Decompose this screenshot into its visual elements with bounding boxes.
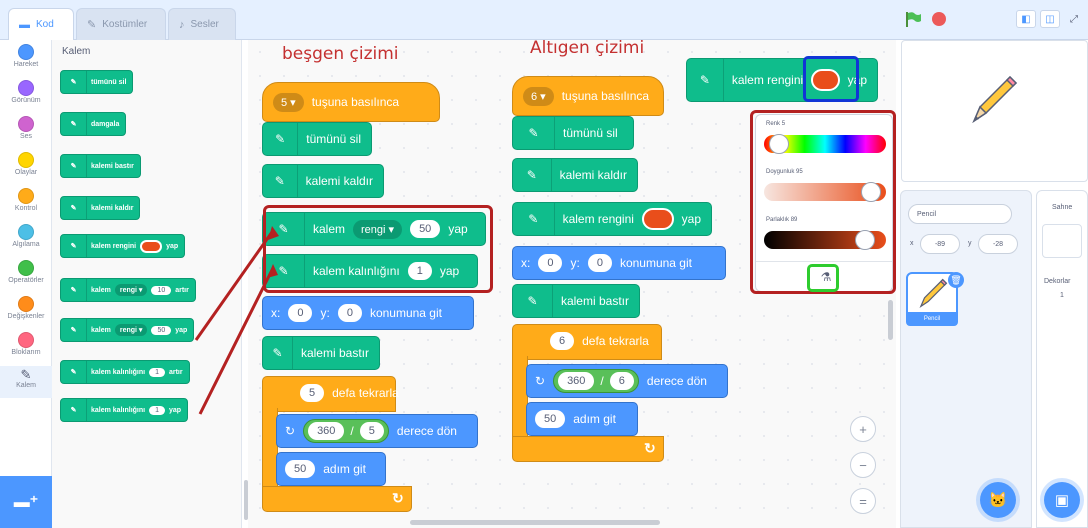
zoom-reset-icon: = [859, 493, 867, 509]
backdrops-label: Dekorlar [1044, 278, 1071, 285]
sprite-y-field[interactable]: -28 [978, 234, 1018, 254]
script-vertical-scrollbar[interactable] [888, 300, 893, 340]
zoom-in-button[interactable]: + [850, 416, 876, 442]
add-backdrop-button[interactable]: ▣ [1044, 482, 1080, 518]
stage-pane-title: Sahne [1052, 204, 1073, 211]
y-label: y [968, 240, 972, 247]
pencil-sprite-icon [972, 75, 1018, 124]
backdrop-thumbnail[interactable] [1042, 224, 1082, 258]
zoom-out-button[interactable]: − [850, 452, 876, 478]
stage[interactable] [901, 40, 1088, 182]
delete-sprite-icon[interactable]: 🗑 [948, 272, 964, 288]
arrow-head-set-size [267, 264, 278, 278]
add-backdrop-icon: ▣ [1054, 492, 1070, 509]
zoom-out-icon: − [859, 457, 867, 473]
sprite-x-field[interactable]: -89 [920, 234, 960, 254]
backdrops-count: 1 [1060, 292, 1064, 299]
pencil-thumb-icon [919, 278, 948, 308]
x-label: x [910, 240, 914, 247]
sprite-name-field[interactable]: Pencil [908, 204, 1012, 224]
arrow-line-set-size [198, 269, 274, 415]
add-sprite-icon: 🐱 [988, 492, 1008, 509]
sprite-thumbnail-name: Pencil [906, 312, 958, 326]
zoom-reset-button[interactable]: = [850, 488, 876, 514]
script-horizontal-scrollbar[interactable] [410, 520, 660, 525]
zoom-in-icon: + [859, 421, 867, 437]
arrow-line-set-param [194, 231, 274, 341]
add-sprite-button[interactable]: 🐱 [980, 482, 1016, 518]
